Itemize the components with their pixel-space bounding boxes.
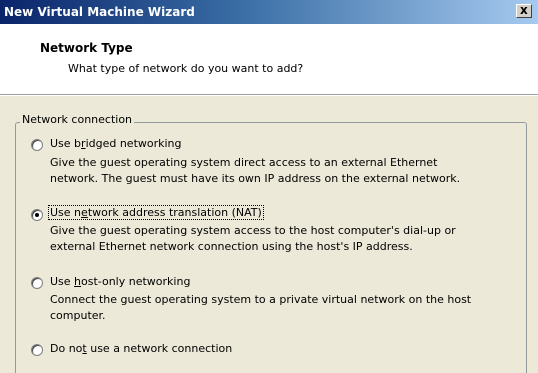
option-bridged-label[interactable]: Use bridged networking (50, 137, 182, 150)
title-bar[interactable]: New Virtual Machine Wizard x (0, 0, 538, 24)
window-title: New Virtual Machine Wizard (4, 5, 195, 19)
radio-nat[interactable] (31, 209, 43, 221)
option-bridged-desc-2: network. The guest must have its own IP … (50, 172, 461, 185)
option-host-only-label-pre: Use (50, 275, 75, 288)
wizard-header: Network Type What type of network do you… (0, 24, 538, 95)
option-bridged-label-post: idged networking (85, 137, 182, 150)
option-no-network-label[interactable]: Do not use a network connection (50, 342, 232, 355)
option-host-only-desc-1: Connect the guest operating system to a … (50, 293, 472, 306)
option-bridged-label-pre: Use b (50, 137, 82, 150)
option-host-only-accel: h (74, 275, 82, 288)
option-bridged-desc-1: Give the guest operating system direct a… (50, 156, 438, 169)
option-nat-label-post: twork address translation (NAT) (87, 206, 262, 219)
option-no-network-label-post: use a network connection (86, 342, 233, 355)
option-host-only-label-post: ost-only networking (81, 275, 191, 288)
option-no-network-label-pre: Do no (50, 342, 83, 355)
option-host-only-label[interactable]: Use host-only networking (50, 275, 190, 288)
radio-bridged[interactable] (31, 139, 43, 151)
radio-no-network[interactable] (31, 344, 43, 356)
header-divider (0, 95, 538, 96)
group-legend: Network connection (20, 113, 135, 126)
close-button[interactable]: x (516, 3, 532, 18)
radio-host-only[interactable] (31, 277, 43, 289)
option-nat-label[interactable]: Use network address translation (NAT) (48, 205, 264, 220)
wizard-window: New Virtual Machine Wizard x Network Typ… (0, 0, 538, 373)
option-nat-accel: e (81, 206, 88, 219)
page-subtitle: What type of network do you want to add? (68, 62, 304, 75)
option-nat-desc-2: external Ethernet network connection usi… (50, 240, 413, 253)
close-icon: x (520, 3, 528, 17)
option-host-only-desc-2: computer. (50, 309, 106, 322)
option-nat-desc-1: Give the guest operating system access t… (50, 224, 456, 237)
option-nat-label-pre: Use n (50, 206, 82, 219)
page-title: Network Type (40, 41, 133, 55)
